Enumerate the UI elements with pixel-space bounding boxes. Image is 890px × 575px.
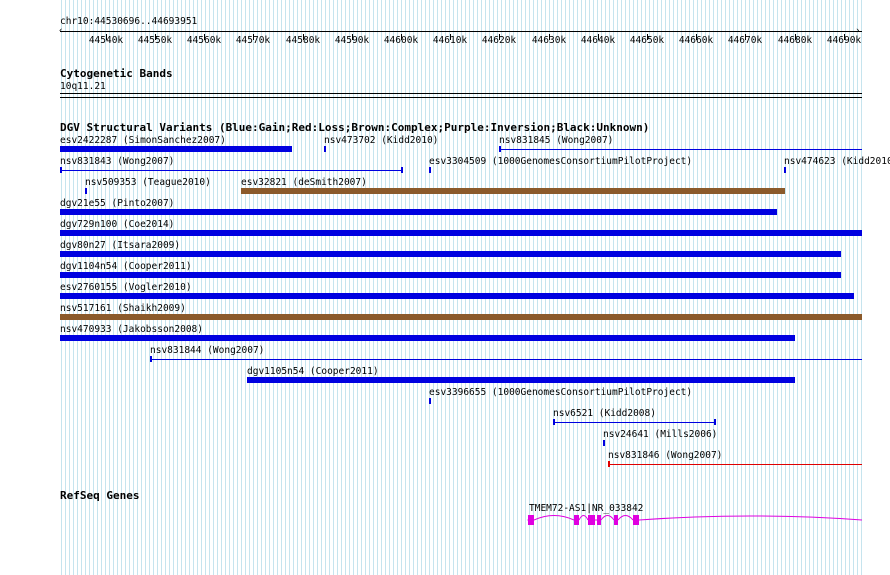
ruler-tick-label: 44550k [137, 35, 173, 46]
ruler-tick-label: 44610k [432, 35, 468, 46]
variant-label[interactable]: esv2760155 (Vogler2010) [60, 282, 192, 293]
cytoband-line-top [60, 93, 862, 94]
variant-label[interactable]: esv32821 (deSmith2007) [241, 177, 367, 188]
variant-bar[interactable] [247, 377, 795, 383]
variant-bar[interactable] [324, 146, 326, 152]
variant-label[interactable]: esv3304509 (1000GenomesConsortiumPilotPr… [429, 156, 692, 167]
ruler-tick-label: 44570k [235, 35, 271, 46]
variant-label[interactable]: nsv831846 (Wong2007) [608, 450, 722, 461]
variant-bar[interactable] [60, 209, 777, 215]
variant-bar[interactable] [60, 293, 854, 299]
variant-bar[interactable] [784, 167, 786, 173]
gene-exon [528, 515, 534, 525]
cytoband-label: 10q11.21 [60, 81, 106, 92]
variant-label[interactable]: nsv831843 (Wong2007) [60, 156, 174, 167]
ruler-tick-label: 44630k [531, 35, 567, 46]
variant-label[interactable]: dgv1105n54 (Cooper2011) [247, 366, 379, 377]
ruler-tick-label: 44660k [678, 35, 714, 46]
variant-bar[interactable] [60, 146, 292, 152]
refseq-track-title[interactable]: RefSeq Genes [60, 490, 139, 502]
variant-bar[interactable] [60, 170, 403, 171]
variant-label[interactable]: nsv831845 (Wong2007) [499, 135, 613, 146]
variant-bar[interactable] [60, 230, 862, 236]
variant-bar[interactable] [553, 422, 716, 423]
variant-label[interactable]: esv2422287 (SimonSanchez2007) [60, 135, 226, 146]
variant-label[interactable]: dgv80n27 (Itsara2009) [60, 240, 180, 251]
ruler-axis [60, 31, 862, 32]
ruler-left-arrow-icon: ‹ [58, 26, 64, 36]
variant-bar[interactable] [60, 272, 841, 278]
ruler-tick-label: 44650k [629, 35, 665, 46]
variant-bar[interactable] [608, 464, 862, 465]
cytoband-line-bottom [60, 97, 862, 98]
variant-label[interactable]: dgv729n100 (Coe2014) [60, 219, 174, 230]
variant-label[interactable]: nsv509353 (Teague2010) [85, 177, 211, 188]
variant-label[interactable]: nsv517161 (Shaikh2009) [60, 303, 186, 314]
variant-label[interactable]: nsv473702 (Kidd2010) [324, 135, 438, 146]
ruler-tick-label: 44620k [481, 35, 517, 46]
ruler-tick-label: 44670k [727, 35, 763, 46]
gene-model[interactable] [0, 510, 890, 530]
dgv-track-title[interactable]: DGV Structural Variants (Blue:Gain;Red:L… [60, 122, 649, 134]
variant-bar[interactable] [60, 335, 795, 341]
ruler-tick-label: 44680k [777, 35, 813, 46]
ruler-tick-label: 44640k [580, 35, 616, 46]
variant-bar[interactable] [60, 314, 862, 320]
variant-label[interactable]: dgv21e55 (Pinto2007) [60, 198, 174, 209]
variant-label[interactable]: nsv6521 (Kidd2008) [553, 408, 656, 419]
variant-label[interactable]: dgv1104n54 (Cooper2011) [60, 261, 192, 272]
variant-bar[interactable] [60, 251, 841, 257]
variant-label[interactable]: nsv470933 (Jakobsson2008) [60, 324, 203, 335]
variant-label[interactable]: nsv24641 (Mills2006) [603, 429, 717, 440]
variant-bar[interactable] [429, 167, 431, 173]
variant-bar[interactable] [85, 188, 87, 194]
ruler-tick-label: 44560k [186, 35, 222, 46]
genome-browser-panel: chr10:44530696..44693951 44540k 44550k 445… [0, 0, 890, 575]
ruler-tick-label: 44600k [383, 35, 419, 46]
variant-label[interactable]: nsv831844 (Wong2007) [150, 345, 264, 356]
variant-label[interactable]: esv3396655 (1000GenomesConsortiumPilotPr… [429, 387, 692, 398]
variant-bar[interactable] [603, 440, 605, 446]
ruler-tick-label: 44580k [285, 35, 321, 46]
variant-bar[interactable] [499, 149, 862, 150]
variant-label[interactable]: nsv474623 (Kidd2010) [784, 156, 890, 167]
variant-bar[interactable] [150, 359, 862, 360]
variant-bar[interactable] [429, 398, 431, 404]
gene-exon [614, 515, 618, 525]
gene-exon [597, 515, 601, 525]
ruler-right-arrow-icon: › [855, 26, 861, 36]
ruler-tick-label: 44590k [334, 35, 370, 46]
gene-exon [574, 515, 579, 525]
cytobands-track-title[interactable]: Cytogenetic Bands [60, 68, 173, 80]
gene-exon [588, 515, 595, 525]
ruler-position-label: chr10:44530696..44693951 [60, 16, 198, 27]
variant-bar[interactable] [241, 188, 785, 194]
ruler-tick-label: 44540k [88, 35, 124, 46]
gene-exon [633, 515, 639, 525]
